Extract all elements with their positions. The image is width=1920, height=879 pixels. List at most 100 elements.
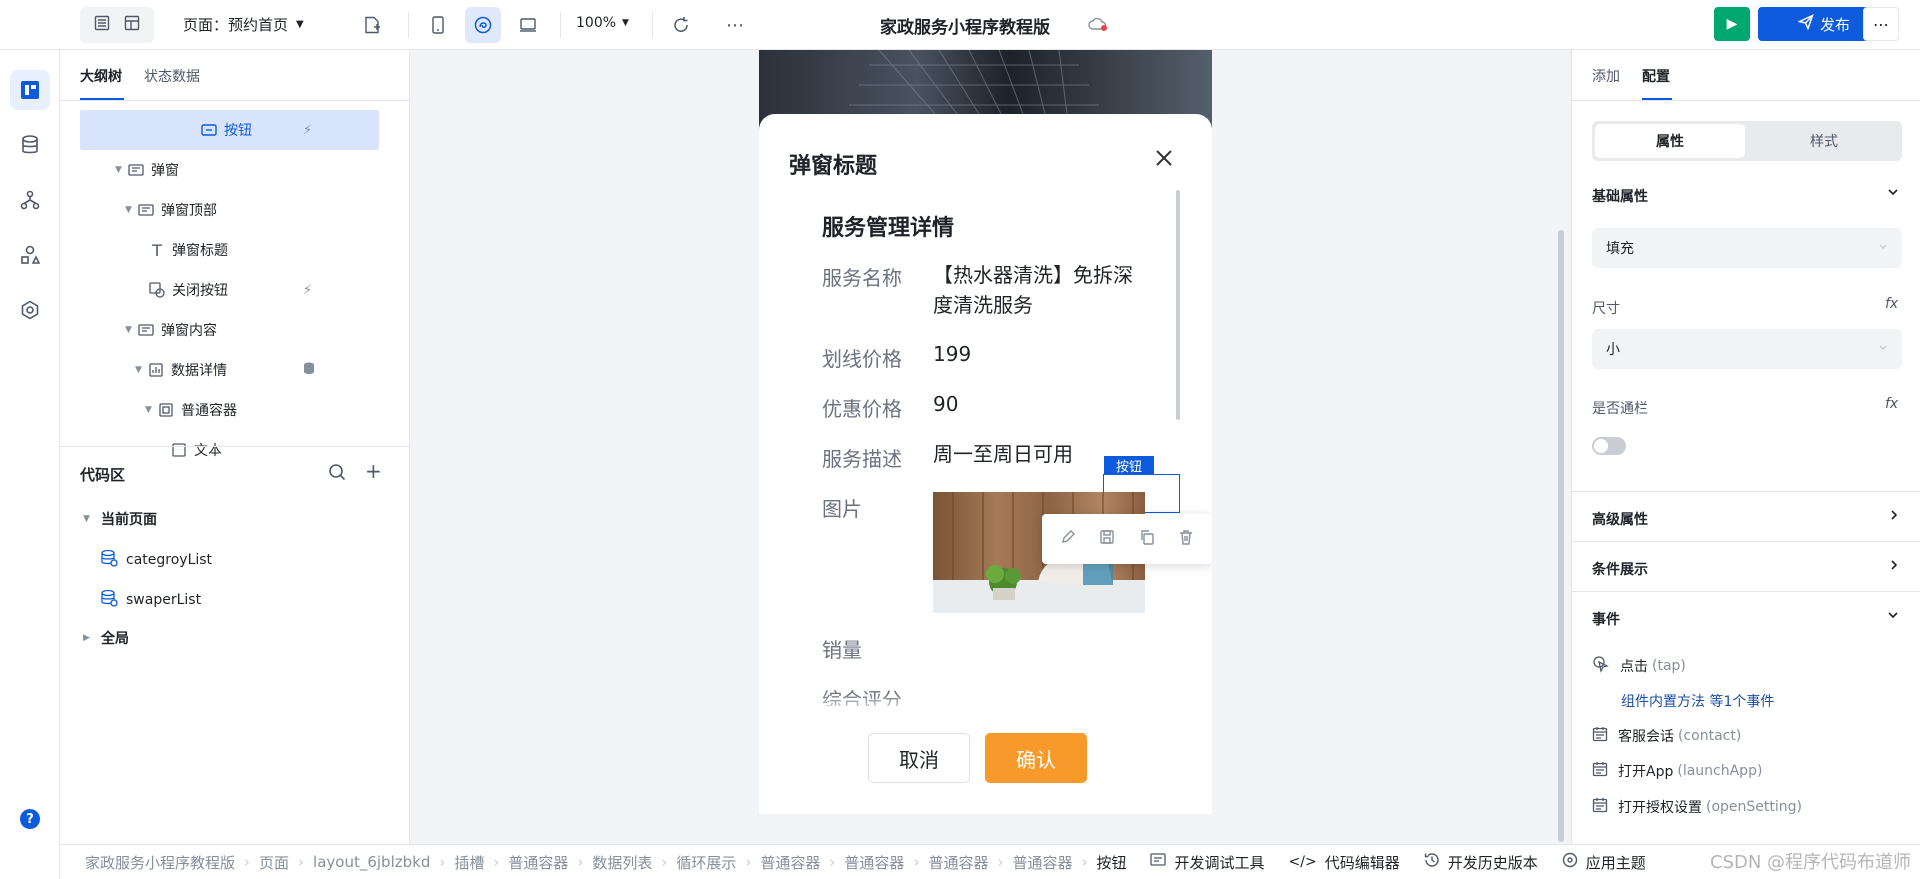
breadcrumb-item[interactable]: layout_6jblzbkd	[313, 853, 430, 871]
layout-toggle[interactable]	[80, 7, 154, 43]
event-launch-app[interactable]: 打开App (launchApp)	[1592, 761, 1762, 781]
close-icon[interactable]	[1154, 148, 1174, 172]
components-icon[interactable]	[10, 235, 50, 275]
caret-down-icon[interactable]: ▼	[83, 514, 95, 524]
current-page-group[interactable]: ▼ 当前页面	[83, 509, 157, 529]
edit-icon[interactable]	[1060, 529, 1076, 549]
event-builtin-link[interactable]: 组件内置方法 等1个事件	[1621, 691, 1774, 711]
tree-node-container[interactable]: ▼ 普通容器	[60, 390, 410, 430]
dataset-item[interactable]: categroyList	[100, 549, 212, 571]
tab-state-data[interactable]: 状态数据	[144, 66, 200, 86]
tree-node-button[interactable]: 按钮 ⚡	[60, 110, 410, 150]
help-icon[interactable]: ?	[20, 809, 40, 829]
global-group[interactable]: ▶ 全局	[83, 628, 129, 648]
tree-node-label: 数据详情	[171, 363, 227, 379]
outline-panel-icon[interactable]	[10, 70, 50, 110]
chevron-down-icon[interactable]	[1887, 609, 1899, 625]
settings-icon[interactable]	[10, 290, 50, 330]
caret-right-icon[interactable]: ▶	[83, 633, 95, 643]
breadcrumb-item[interactable]: 页面	[259, 852, 289, 873]
add-icon[interactable]: +	[365, 459, 382, 483]
code-area-title: 代码区	[80, 466, 126, 484]
more-icon[interactable]: ⋯	[717, 7, 753, 43]
breadcrumb-item[interactable]: 普通容器	[844, 852, 904, 873]
tree-node-popup-header[interactable]: ▼ 弹窗顶部	[60, 190, 410, 230]
grid-view-icon[interactable]	[124, 15, 140, 35]
desktop-preview-icon[interactable]	[510, 7, 546, 43]
field-value: 199	[933, 342, 972, 366]
caret-down-icon[interactable]: ▼	[125, 325, 137, 335]
save-icon[interactable]	[1099, 529, 1115, 549]
database-small-icon	[303, 362, 315, 378]
section-events[interactable]: 事件	[1592, 609, 1620, 629]
breadcrumb-item[interactable]: 普通容器	[760, 852, 820, 873]
tab-config[interactable]: 配置	[1642, 66, 1670, 86]
tree-node-close-button[interactable]: 关闭按钮 ⚡	[60, 270, 410, 310]
breadcrumb-item[interactable]: 插槽	[454, 852, 484, 873]
mobile-preview-icon[interactable]	[420, 7, 456, 43]
size-select[interactable]: 小	[1592, 329, 1902, 369]
delete-icon[interactable]	[1178, 529, 1194, 549]
section-advanced[interactable]: 高级属性	[1592, 509, 1648, 529]
block-toggle[interactable]	[1592, 437, 1626, 455]
caret-down-icon[interactable]: ▼	[145, 405, 157, 415]
workflow-icon[interactable]	[10, 180, 50, 220]
tree-node-popup-content[interactable]: ▼ 弹窗内容	[60, 310, 410, 350]
breadcrumb-item[interactable]: 普通容器	[928, 852, 988, 873]
seg-properties[interactable]: 属性	[1595, 124, 1745, 158]
chevron-right-icon: ›	[829, 853, 836, 871]
page-selector[interactable]: 页面：预约首页 ▼	[183, 14, 304, 35]
event-open-setting[interactable]: 打开授权设置 (openSetting)	[1592, 797, 1802, 817]
tree-node-popup-title[interactable]: T 弹窗标题	[60, 230, 410, 270]
chevron-down-icon[interactable]	[1887, 186, 1899, 201]
app-theme[interactable]: 应用主题	[1562, 852, 1646, 873]
segmented-control: 属性 样式	[1592, 121, 1902, 161]
outline-tree: 按钮 ⚡ ▼ 弹窗 ▼ 弹窗顶部 T 弹窗标题 关闭按钮 ⚡ ▼ 弹窗内容 ▼	[60, 102, 410, 498]
caret-down-icon[interactable]: ▼	[115, 165, 127, 175]
tree-node-data-detail[interactable]: ▼ 数据详情	[60, 350, 410, 390]
page-view-icon[interactable]	[94, 15, 110, 35]
code-editor[interactable]: </> 代码编辑器	[1289, 852, 1400, 873]
seg-styles[interactable]: 样式	[1749, 124, 1899, 158]
formula-icon[interactable]: fx	[1885, 296, 1898, 312]
breadcrumb-item[interactable]: 普通容器	[1012, 852, 1072, 873]
dataset-item[interactable]: swaperList	[100, 589, 201, 611]
debug-tools[interactable]: 开发调试工具	[1150, 852, 1265, 873]
copy-icon[interactable]	[1139, 529, 1155, 549]
search-icon[interactable]	[328, 463, 346, 485]
breadcrumb-item[interactable]: 普通容器	[508, 852, 568, 873]
canvas-scrollbar[interactable]	[1558, 230, 1564, 842]
more-menu-button[interactable]: ⋯	[1863, 7, 1899, 41]
breadcrumb-item[interactable]: 循环展示	[676, 852, 736, 873]
history-versions[interactable]: 开发历史版本	[1424, 852, 1538, 873]
breadcrumb-current[interactable]: 按钮	[1096, 852, 1126, 873]
run-button[interactable]: ▶	[1714, 7, 1750, 41]
caret-down-icon[interactable]: ▼	[135, 365, 147, 375]
event-tap[interactable]: 点击 (tap)	[1592, 655, 1686, 677]
section-basic[interactable]: 基础属性	[1592, 186, 1648, 206]
divider	[560, 12, 561, 38]
miniprogram-preview-icon[interactable]	[465, 7, 501, 43]
caret-down-icon[interactable]: ▼	[125, 205, 137, 215]
chevron-right-icon[interactable]	[1888, 559, 1900, 575]
breadcrumb-item[interactable]: 数据列表	[592, 852, 652, 873]
tree-node-popup[interactable]: ▼ 弹窗	[60, 150, 410, 190]
scrollbar[interactable]	[1176, 190, 1180, 420]
refresh-icon[interactable]	[663, 7, 699, 43]
cancel-button[interactable]: 取消	[868, 733, 970, 783]
tab-add[interactable]: 添加	[1592, 66, 1620, 86]
add-page-icon[interactable]	[354, 7, 390, 43]
confirm-button[interactable]: 确认	[985, 733, 1087, 783]
divider	[1572, 541, 1920, 542]
section-condition[interactable]: 条件展示	[1592, 559, 1648, 579]
breadcrumb-item[interactable]: 家政服务小程序教程版	[85, 852, 235, 873]
phone-canvas: 弹窗标题 服务管理详情 服务名称 【热水器清洗】免拆深度清洗服务 划线价格 19…	[759, 50, 1212, 814]
chevron-right-icon[interactable]	[1888, 509, 1900, 525]
tab-outline-tree[interactable]: 大纲树	[80, 66, 122, 86]
formula-icon[interactable]: fx	[1885, 396, 1898, 412]
database-icon[interactable]	[10, 125, 50, 165]
zoom-selector[interactable]: 100% ▼	[576, 15, 629, 31]
fill-select[interactable]: 填充	[1592, 228, 1902, 268]
field-value: 【热水器清洗】免拆深度清洗服务	[933, 263, 1133, 317]
event-contact[interactable]: 客服会话 (contact)	[1592, 726, 1741, 746]
